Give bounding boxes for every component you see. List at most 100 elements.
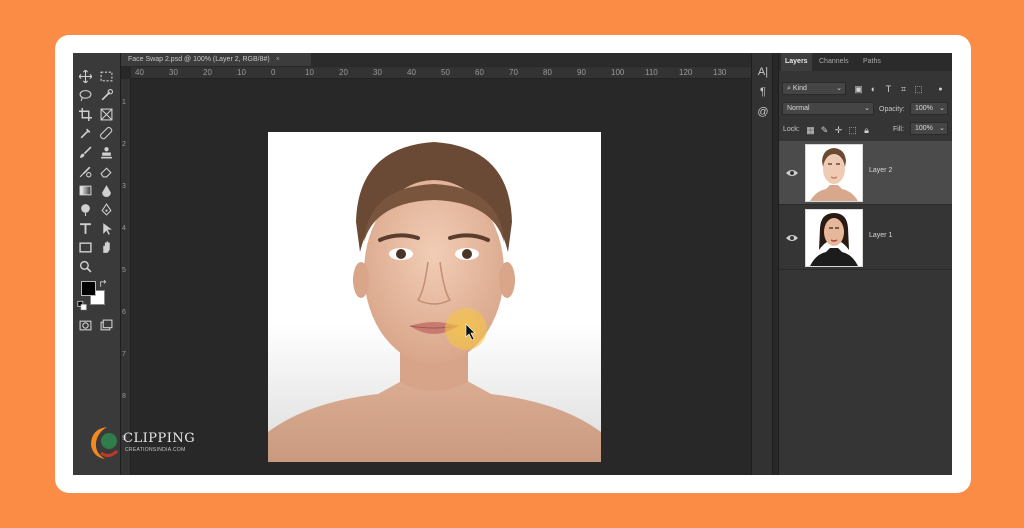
ruler-tick-label: 10 <box>237 68 246 77</box>
photoshop-window: Face Swap 2.psd @ 100% (Layer 2, RGB/8#)… <box>73 53 952 475</box>
ruler-tick-label: 20 <box>203 68 212 77</box>
ruler-tick-label: 30 <box>373 68 382 77</box>
tab-strip <box>311 53 751 66</box>
ruler-tick-label: 60 <box>475 68 484 77</box>
blend-mode-value: Normal <box>787 105 810 112</box>
zoom-icon[interactable] <box>76 258 94 274</box>
lock-position-icon[interactable]: ✛ <box>833 125 844 136</box>
shape-filter-icon[interactable]: ⌗ <box>898 84 909 95</box>
filter-kind-label: Kind <box>792 85 807 92</box>
hand-icon[interactable] <box>97 239 115 255</box>
watermark-brand: CLIPPING <box>123 431 196 446</box>
panel-icon-column: A| ¶ @ <box>751 53 773 475</box>
brush-icon[interactable] <box>76 144 94 160</box>
ruler-tick-label: 6 <box>122 309 126 316</box>
fill-field[interactable]: 100% ⌄ <box>910 122 948 135</box>
pen-icon[interactable] <box>97 201 115 217</box>
ruler-tick-label: 130 <box>713 68 727 77</box>
lock-transparent-icon[interactable]: ▦ <box>805 125 816 136</box>
opacity-label: Opacity: <box>879 106 905 113</box>
paragraph-panel-icon[interactable]: ¶ <box>756 85 770 99</box>
default-colors-icon[interactable] <box>77 300 87 310</box>
ruler-tick-label: 100 <box>611 68 625 77</box>
adjustment-filter-icon[interactable]: ◐ <box>868 84 879 95</box>
lock-image-icon[interactable]: ✎ <box>819 125 830 136</box>
eye-icon[interactable] <box>786 233 798 243</box>
lock-row: Lock: ▦ ✎ ✛ ⬚ 🔒︎ Fill: 100% ⌄ <box>779 122 952 140</box>
lock-all-icon[interactable]: 🔒︎ <box>861 125 872 136</box>
lasso-icon[interactable] <box>76 87 94 103</box>
chevron-down-icon: ⌄ <box>864 105 870 112</box>
tab-channels[interactable]: Channels <box>815 53 853 71</box>
opacity-value: 100% <box>915 105 933 112</box>
eyedropper-icon[interactable] <box>76 125 94 141</box>
quick-mask-icon[interactable] <box>76 317 94 333</box>
dodge-icon[interactable] <box>76 201 94 217</box>
ruler-tick-label: 110 <box>645 68 658 77</box>
blend-mode-select[interactable]: Normal ⌄ <box>782 102 874 115</box>
vertical-ruler[interactable]: 123456789 <box>121 79 131 475</box>
marquee-icon[interactable] <box>97 68 115 84</box>
eraser-icon[interactable] <box>97 163 115 179</box>
frame-icon[interactable] <box>97 106 115 122</box>
layer-thumbnail <box>805 144 863 202</box>
quick-select-icon[interactable] <box>97 87 115 103</box>
ruler-tick-label: 40 <box>407 68 416 77</box>
ruler-tick-label: 90 <box>577 68 586 77</box>
ruler-tick-label: 8 <box>122 393 126 400</box>
healing-icon[interactable] <box>97 125 115 141</box>
pixel-filter-icon[interactable]: ▣ <box>853 84 864 95</box>
layer-row-layer-2[interactable]: Layer 2 <box>779 141 952 205</box>
ruler-tick-label: 120 <box>679 68 693 77</box>
ruler-tick-label: 3 <box>122 183 126 190</box>
path-select-icon[interactable] <box>97 220 115 236</box>
move-icon[interactable] <box>76 68 94 84</box>
ruler-tick-label: 50 <box>441 68 450 77</box>
ruler-tick-label: 4 <box>122 225 126 232</box>
fill-label: Fill: <box>893 126 904 133</box>
blend-row: Normal ⌄ Opacity: 100% ⌄ <box>779 102 952 120</box>
glyphs-panel-icon[interactable]: @ <box>756 105 770 119</box>
ruler-tick-label: 70 <box>509 68 518 77</box>
history-brush-icon[interactable] <box>76 163 94 179</box>
character-panel-icon[interactable]: A| <box>756 65 770 79</box>
close-tab-icon[interactable]: × <box>276 56 280 63</box>
shape-icon[interactable] <box>76 239 94 255</box>
gradient-icon[interactable] <box>76 182 94 198</box>
tools-panel <box>73 53 121 475</box>
layer-filter-select[interactable]: ⌕ Kind ⌄ <box>782 82 846 95</box>
ruler-tick-label: 80 <box>543 68 552 77</box>
chevron-down-icon: ⌄ <box>939 125 945 132</box>
swap-colors-icon[interactable] <box>99 278 109 288</box>
tab-layers[interactable]: Layers <box>781 53 812 71</box>
type-icon[interactable] <box>76 220 94 236</box>
lock-artboard-icon[interactable]: ⬚ <box>847 125 858 136</box>
ruler-tick-label: 10 <box>305 68 314 77</box>
document-tab[interactable]: Face Swap 2.psd @ 100% (Layer 2, RGB/8#)… <box>121 53 311 66</box>
layer-name: Layer 2 <box>869 167 893 174</box>
crop-icon[interactable] <box>76 106 94 122</box>
blur-icon[interactable] <box>97 182 115 198</box>
layer-name: Layer 1 <box>869 232 893 239</box>
opacity-field[interactable]: 100% ⌄ <box>910 102 948 115</box>
screen-mode-icon[interactable] <box>97 317 115 333</box>
foreground-color-swatch[interactable] <box>81 281 96 296</box>
document-tab-title: Face Swap 2.psd @ 100% (Layer 2, RGB/8#) <box>128 56 270 63</box>
ruler-tick-label: 5 <box>122 267 126 274</box>
smart-object-filter-icon[interactable]: ⬚ <box>913 84 924 95</box>
horizontal-ruler[interactable]: 40 30 20 10 0 10 20 30 40 50 60 70 80 90 100 110 120 130 <box>131 67 751 79</box>
chevron-down-icon: ⌄ <box>939 105 945 112</box>
ruler-tick-label: 2 <box>122 141 126 148</box>
eye-icon[interactable] <box>786 168 798 178</box>
canvas-area[interactable] <box>132 80 751 475</box>
stamp-icon[interactable] <box>97 144 115 160</box>
ruler-tick-label: 1 <box>122 99 126 106</box>
portrait-image[interactable] <box>268 132 601 462</box>
tab-paths[interactable]: Paths <box>859 53 885 71</box>
filter-row: ⌕ Kind ⌄ ▣ ◐ T ⌗ ⬚ ● <box>779 82 952 100</box>
type-filter-icon[interactable]: T <box>883 84 894 95</box>
ruler-tick-label: 30 <box>169 68 178 77</box>
filter-toggle-icon[interactable]: ● <box>935 84 946 95</box>
layer-thumbnail <box>805 209 863 267</box>
layer-row-layer-1[interactable]: Layer 1 <box>779 206 952 270</box>
